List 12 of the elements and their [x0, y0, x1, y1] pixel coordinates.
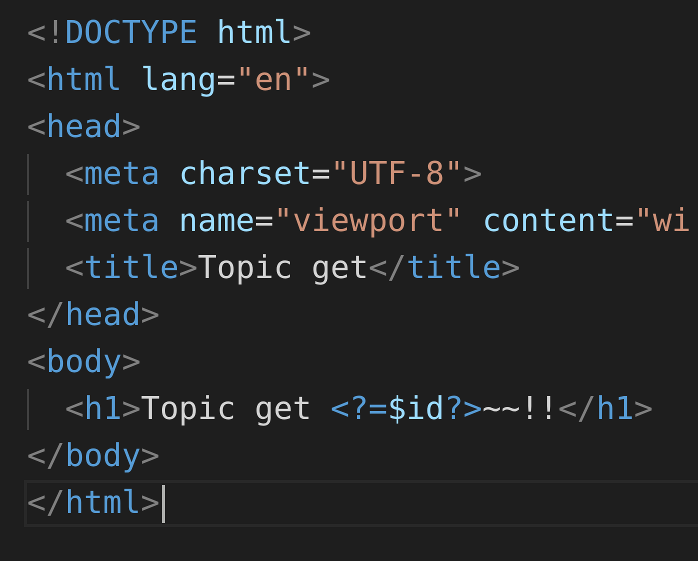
code-line: </head> — [27, 300, 160, 332]
code-line: <h1>Topic get <?=$id?>~~!!</h1> — [65, 394, 653, 426]
code-line: <!DOCTYPE html> — [27, 18, 312, 50]
code-line: </html> — [27, 488, 160, 520]
code-line: <meta name="viewport" content="wi — [65, 206, 691, 238]
text-cursor — [162, 484, 165, 522]
code-line: <head> — [27, 112, 141, 144]
code-line: <meta charset="UTF-8"> — [65, 158, 482, 190]
code-line: <html lang="en"> — [27, 64, 330, 96]
code-line: <title>Topic get</title> — [65, 252, 520, 284]
code-line: <body> — [27, 346, 141, 378]
code-line: </body> — [27, 440, 160, 472]
